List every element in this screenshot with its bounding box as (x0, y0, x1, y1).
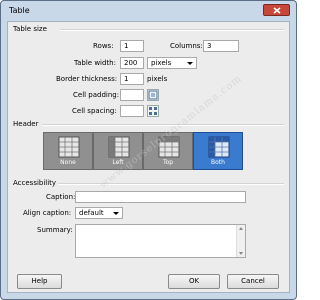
dialog-body: Table size Rows: 1 Columns: 3 Table widt… (7, 21, 290, 293)
header-none-label: None (60, 159, 76, 166)
columns-label: Columns: (170, 42, 203, 50)
scroll-down-icon[interactable] (239, 252, 243, 255)
table-both-header-icon (208, 136, 230, 158)
summary-textarea[interactable] (75, 224, 246, 258)
rows-label: Rows: (93, 42, 114, 50)
header-both-label: Both (211, 159, 225, 166)
ok-button[interactable]: OK (168, 274, 220, 289)
dialog-title: Table (9, 6, 30, 15)
header-none-option[interactable]: None (43, 132, 93, 170)
table-dialog: Table Table size Rows: 1 Columns: 3 Tabl… (0, 0, 297, 300)
border-thickness-input[interactable]: 1 (120, 73, 144, 85)
width-unit-value: pixels (151, 59, 172, 67)
table-width-label: Table width: (74, 59, 116, 67)
close-button[interactable] (263, 4, 290, 16)
section-table-size: Table size (13, 25, 47, 33)
caption-input[interactable] (75, 191, 246, 203)
separator (58, 183, 284, 185)
border-unit-label: pixels (147, 75, 168, 83)
separator (42, 124, 284, 126)
cell-padding-input[interactable] (120, 89, 144, 101)
section-accessibility: Accessibility (13, 179, 57, 187)
title-bar[interactable]: Table (2, 2, 295, 19)
cancel-button[interactable]: Cancel (227, 274, 279, 289)
chevron-down-icon (113, 212, 119, 215)
columns-input[interactable]: 3 (203, 40, 239, 52)
chevron-down-icon (187, 62, 193, 65)
align-caption-select[interactable]: default (75, 207, 123, 219)
section-header: Header (13, 120, 39, 128)
cell-padding-label: Cell padding: (73, 91, 120, 99)
close-icon (273, 7, 281, 14)
cell-padding-icon[interactable] (147, 89, 159, 101)
align-caption-value: default (79, 209, 104, 217)
cell-spacing-label: Cell spacing: (72, 107, 117, 115)
table-width-input[interactable]: 200 (120, 57, 144, 69)
border-thickness-label: Border thickness: (56, 75, 118, 83)
width-unit-select[interactable]: pixels (147, 57, 197, 69)
summary-label: Summary: (37, 226, 73, 234)
header-both-option[interactable]: Both (193, 132, 243, 170)
rows-input[interactable]: 1 (120, 40, 144, 52)
header-top-label: Top (162, 159, 174, 166)
table-none-icon (58, 136, 80, 158)
help-button[interactable]: Help (17, 274, 62, 289)
table-left-header-icon (108, 136, 130, 158)
separator (60, 29, 284, 31)
cell-spacing-icon[interactable] (147, 105, 159, 117)
cell-spacing-input[interactable] (120, 105, 144, 117)
caption-label: Caption: (46, 193, 76, 201)
summary-scrollbar[interactable] (236, 225, 245, 257)
align-caption-label: Align caption: (23, 209, 72, 217)
scroll-up-icon[interactable] (239, 227, 243, 230)
